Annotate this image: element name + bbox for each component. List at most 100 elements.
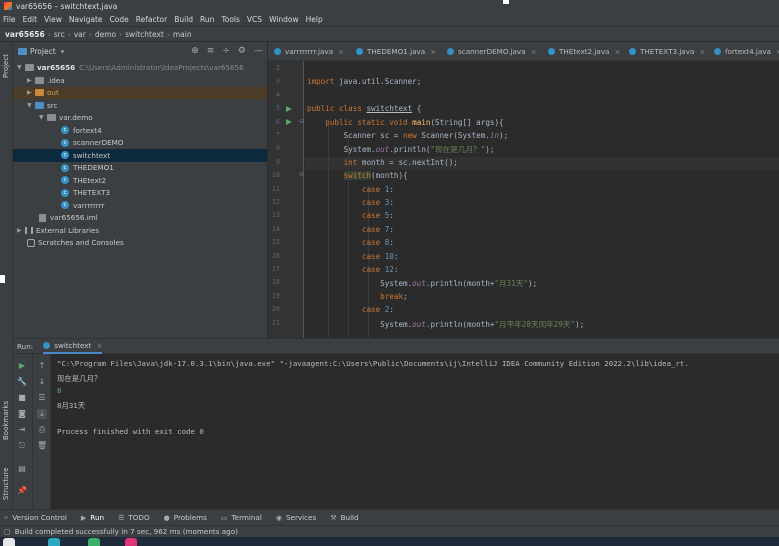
tree-item-external-libraries[interactable]: ▶ External Libraries	[17, 224, 99, 237]
tree-item-class[interactable]: c scannerDEMO	[61, 137, 124, 150]
menu-build[interactable]: Build	[174, 15, 193, 24]
breadcrumb-class[interactable]: switchtext	[125, 30, 164, 39]
trash-icon[interactable]: 🗑	[37, 441, 47, 450]
menu-file[interactable]: File	[3, 15, 16, 24]
editor-tab[interactable]: fortext4.java ×	[714, 42, 779, 61]
bookmarks-tool-button[interactable]: Bookmarks	[2, 401, 10, 440]
close-icon[interactable]: ×	[430, 48, 436, 56]
pin-icon[interactable]: 📌	[17, 486, 27, 495]
code-line: break;	[380, 291, 408, 301]
arrow-up-icon[interactable]: ↑	[37, 361, 47, 370]
code-line: Scanner sc = new Scanner(System.in);	[343, 131, 509, 140]
arrow-down-icon[interactable]: ↓	[37, 377, 47, 386]
editor-tab[interactable]: THETEXT3.java ×	[629, 42, 705, 61]
tree-item-class[interactable]: c THEtext2	[61, 174, 106, 187]
todo-tab[interactable]: ☰ TODO	[118, 513, 150, 522]
gear-icon[interactable]: ⚙	[238, 46, 246, 56]
tree-item-class[interactable]: c THEDEMO1	[61, 162, 114, 175]
tree-item-class[interactable]: c THETEXT3	[61, 187, 110, 200]
run-class-icon[interactable]	[286, 105, 292, 112]
menu-window[interactable]: Window	[269, 15, 299, 24]
close-icon[interactable]: ×	[96, 341, 102, 350]
code-line: System.out.println("现在是几月？");	[343, 145, 495, 155]
tree-item-iml[interactable]: var65656.iml	[39, 212, 98, 225]
branch-icon: ⑂	[4, 513, 9, 522]
tree-item-class[interactable]: c fortext4	[61, 124, 102, 137]
soft-wrap-icon[interactable]: ☰	[37, 393, 47, 402]
tree-item-scratches[interactable]: Scratches and Consoles	[27, 237, 124, 250]
close-icon[interactable]: ×	[699, 48, 705, 56]
minimize-icon[interactable]: —	[254, 46, 263, 56]
code-editor[interactable]: 2 3 4 5 6 7 8 9 10 11 12 13 14 15 16 17 …	[268, 61, 779, 338]
breadcrumb-method[interactable]: main	[173, 30, 192, 39]
breadcrumb-src[interactable]: src	[54, 30, 65, 39]
breadcrumb-var[interactable]: var	[74, 30, 86, 39]
exit-icon[interactable]: ⎋	[17, 441, 27, 451]
run-tool-tab[interactable]: ▶ Run	[81, 513, 104, 522]
project-panel-title[interactable]: Project	[30, 47, 56, 56]
menu-refactor[interactable]: Refactor	[136, 15, 167, 24]
code-line: public static void main(String[] args){	[325, 117, 504, 127]
menu-edit[interactable]: Edit	[23, 15, 38, 24]
structure-tool-button[interactable]: Structure	[2, 467, 10, 500]
java-class-icon: c	[61, 176, 69, 185]
menu-help[interactable]: Help	[306, 15, 323, 24]
expand-all-icon[interactable]: ÷	[222, 46, 230, 56]
close-icon[interactable]: ×	[338, 48, 344, 56]
tree-item-package[interactable]: ▼ var.demo	[39, 112, 93, 125]
tree-item-idea[interactable]: ▶ .idea	[27, 74, 65, 87]
taskbar-app-icon[interactable]	[48, 538, 60, 546]
restore-layout-icon[interactable]: ⇥	[17, 425, 27, 434]
editor-tab[interactable]: scannerDEMO.java ×	[447, 42, 536, 61]
java-class-icon: c	[61, 126, 69, 135]
tree-item-class[interactable]: c varrrrrrrr	[61, 199, 104, 212]
camera-icon[interactable]: ◙	[17, 409, 27, 418]
stop-icon[interactable]: ■	[17, 393, 27, 402]
taskbar-app-icon[interactable]	[3, 538, 15, 546]
fold-icon[interactable]: ⊖	[299, 171, 304, 178]
layout-icon[interactable]: ▤	[17, 464, 27, 473]
editor-tab[interactable]: THEtext2.java ×	[548, 42, 620, 61]
print-icon[interactable]: ⎙	[37, 425, 47, 435]
breadcrumb-demo[interactable]: demo	[95, 30, 116, 39]
code-line: case 7:	[361, 224, 394, 234]
collapse-all-icon[interactable]: ≡	[207, 46, 215, 56]
terminal-tab[interactable]: ▭ Terminal	[221, 513, 262, 522]
editor-tab[interactable]: varrrrrrrr.java ×	[274, 42, 344, 61]
chevron-right-icon: ▶	[17, 226, 22, 234]
status-message[interactable]: Build completed successfully in 7 sec, 9…	[15, 527, 238, 536]
console-exit-line: Process finished with exit code 0	[57, 427, 204, 436]
run-tab[interactable]: switchtext ×	[43, 339, 103, 354]
services-tab[interactable]: ◉ Services	[276, 513, 316, 522]
breadcrumb-project[interactable]: var65656	[5, 30, 45, 39]
target-icon[interactable]: ⊕	[191, 46, 199, 56]
menu-tools[interactable]: Tools	[221, 15, 239, 24]
menu-navigate[interactable]: Navigate	[69, 15, 103, 24]
build-tab[interactable]: ⚒ Build	[330, 513, 358, 522]
wrench-icon[interactable]: 🔧	[17, 377, 27, 386]
version-control-tab[interactable]: ⑂ Version Control	[4, 513, 67, 522]
scroll-to-end-icon[interactable]: ⤓	[37, 409, 47, 419]
taskbar-app-icon[interactable]	[88, 538, 100, 546]
problems-tab[interactable]: ● Problems	[164, 513, 207, 522]
tree-item-class-selected[interactable]: c switchtext	[13, 149, 267, 162]
project-tool-button[interactable]: Project	[2, 54, 10, 78]
chevron-down-icon[interactable]: ▾	[61, 47, 65, 56]
run-method-icon[interactable]	[286, 119, 292, 125]
taskbar-intellij-icon[interactable]	[125, 538, 137, 546]
menu-code[interactable]: Code	[110, 15, 129, 24]
rerun-icon[interactable]: ▶	[17, 361, 27, 370]
tree-item-out[interactable]: ▶ out	[13, 86, 267, 99]
close-icon[interactable]: ×	[531, 48, 537, 56]
close-icon[interactable]: ×	[614, 48, 620, 56]
tree-item-src[interactable]: ▼ src	[27, 99, 58, 112]
tree-root[interactable]: ▼ var65656 C:\Users\Administrator\IdeaPr…	[17, 61, 244, 74]
menu-run[interactable]: Run	[200, 15, 214, 24]
menu-vcs[interactable]: VCS	[247, 15, 262, 24]
play-icon: ▶	[80, 513, 87, 522]
menu-view[interactable]: View	[44, 15, 62, 24]
fold-icon[interactable]: ⊖	[299, 118, 304, 125]
chevron-down-icon: ▼	[39, 114, 44, 122]
chevron-down-icon: ▼	[17, 63, 22, 71]
editor-tab[interactable]: THEDEMO1.java ×	[356, 42, 436, 61]
